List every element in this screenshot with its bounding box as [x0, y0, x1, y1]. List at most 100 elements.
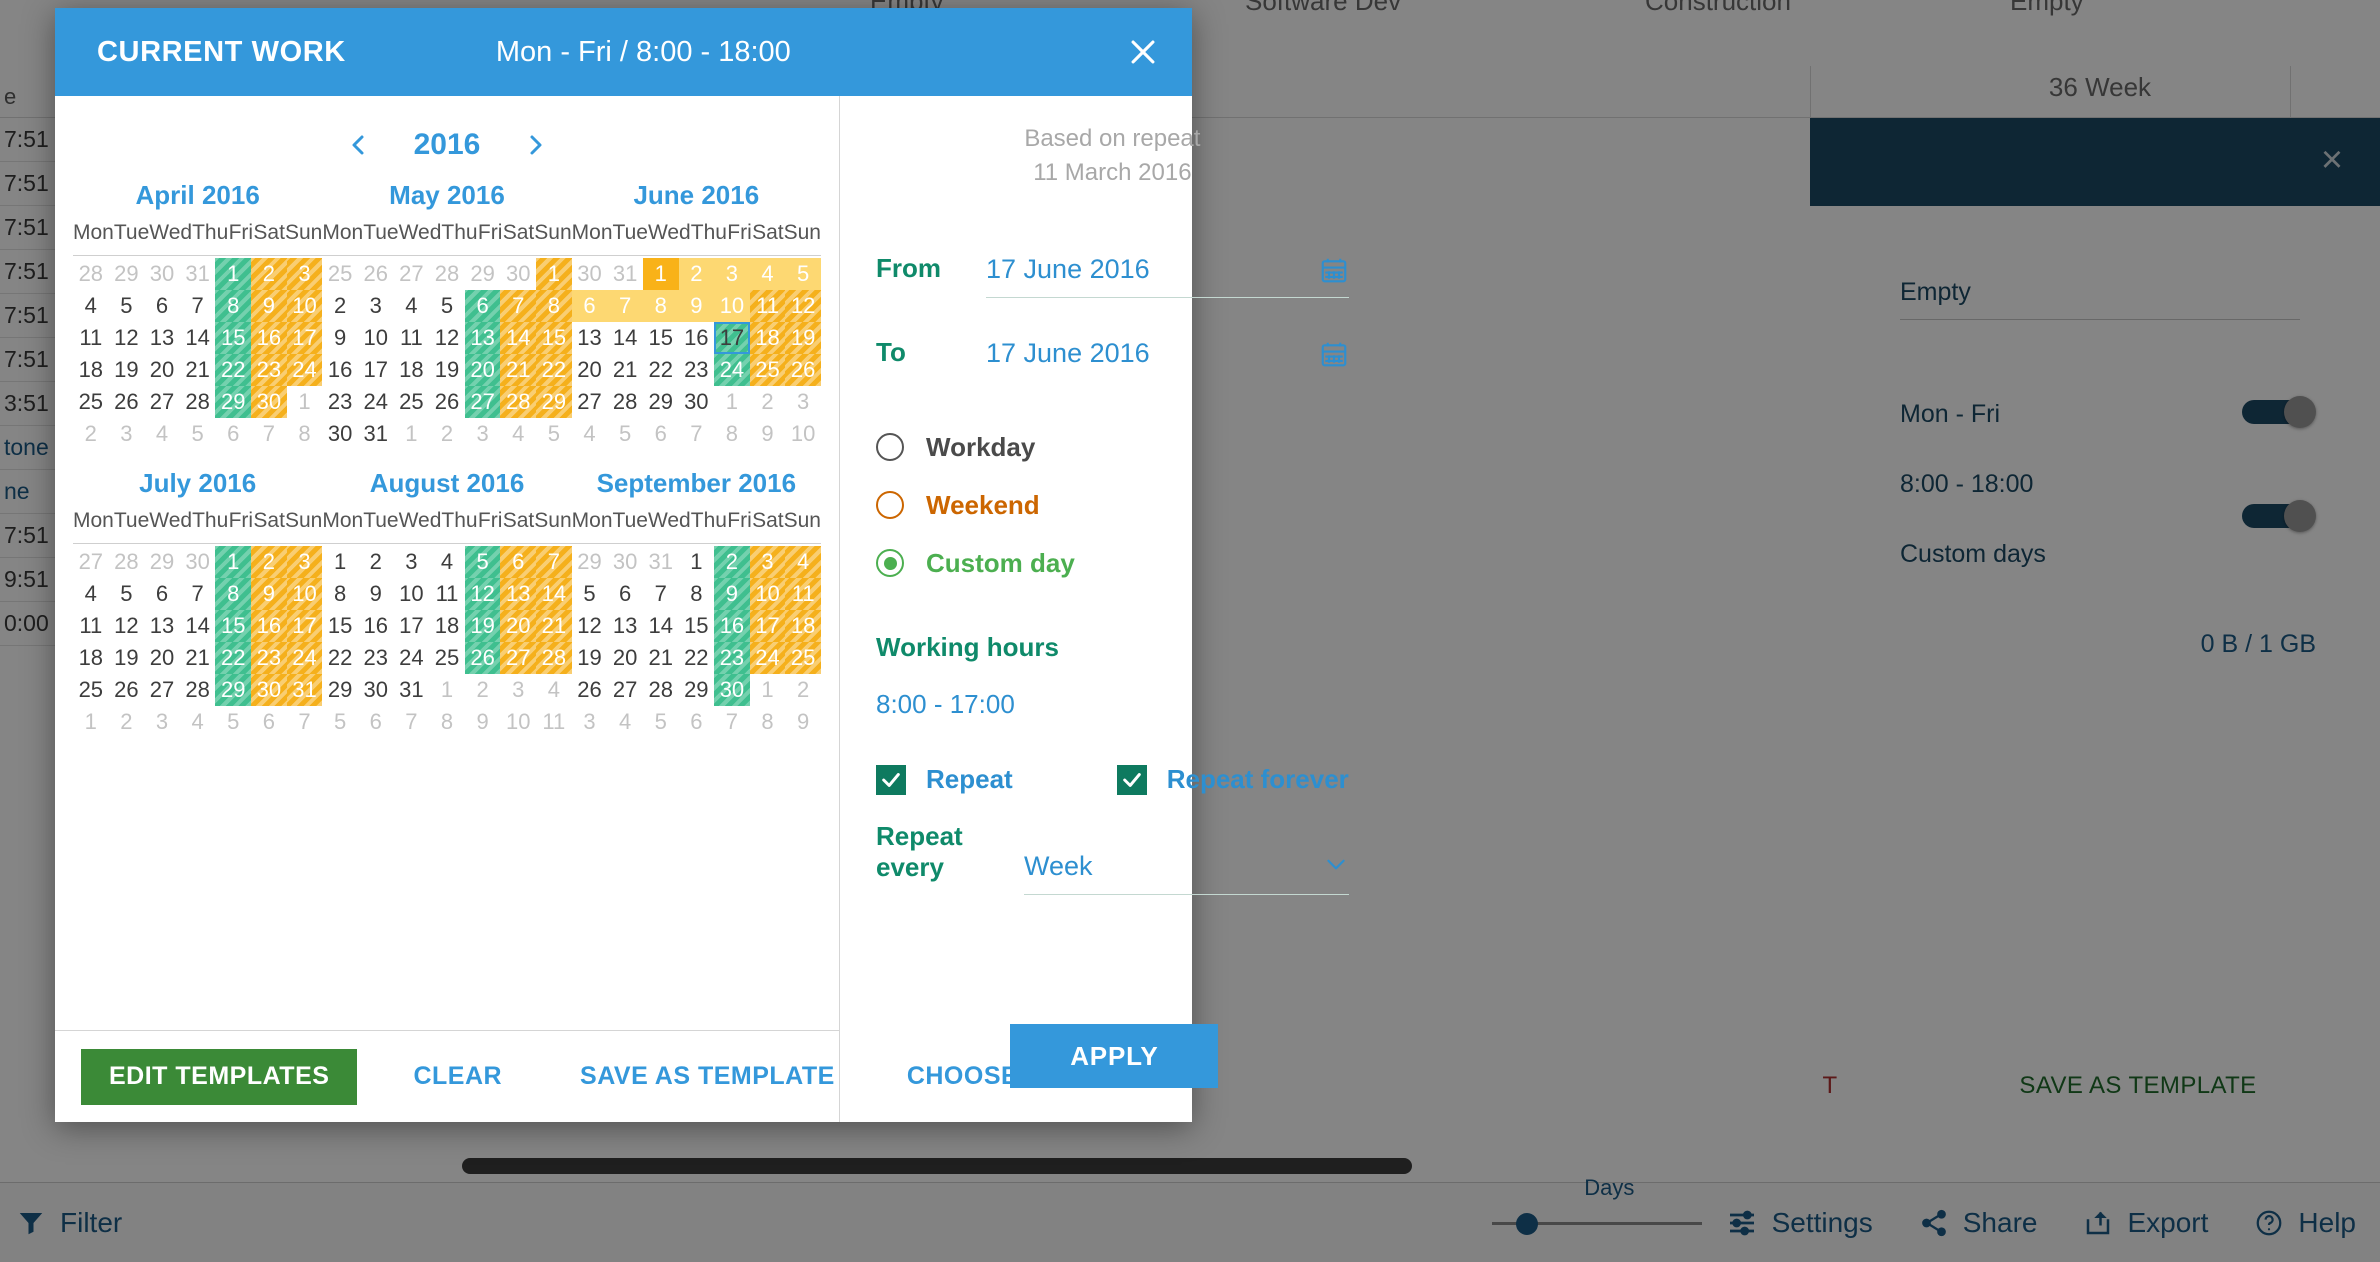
calendar-day[interactable]: 29 — [215, 674, 252, 706]
calendar-day[interactable]: 8 — [215, 578, 252, 610]
calendar-day[interactable]: 5 — [180, 418, 216, 450]
calendar-day[interactable]: 30 — [251, 386, 287, 418]
calendar-day[interactable]: 5 — [464, 546, 501, 578]
calendar-day[interactable]: 11 — [73, 610, 109, 642]
calendar-day[interactable]: 15 — [643, 322, 679, 354]
radio-weekend[interactable]: Weekend — [876, 476, 1349, 534]
calendar-day[interactable]: 3 — [144, 706, 180, 738]
calendar-day[interactable]: 19 — [785, 322, 821, 354]
calendar-day[interactable]: 3 — [286, 546, 323, 578]
calendar-day[interactable]: 13 — [607, 610, 643, 642]
calendar-day[interactable]: 13 — [500, 578, 537, 610]
calendar-day[interactable]: 7 — [251, 418, 287, 450]
calendar-day[interactable]: 30 — [251, 674, 287, 706]
calendar-day[interactable]: 2 — [73, 418, 109, 450]
calendar-day[interactable]: 17 — [714, 322, 750, 354]
calendar-day[interactable]: 31 — [607, 258, 643, 290]
calendar-day[interactable]: 20 — [500, 610, 537, 642]
calendar-day[interactable]: 24 — [394, 642, 430, 674]
calendar-day[interactable]: 5 — [607, 418, 643, 450]
edit-templates-button[interactable]: EDIT TEMPLATES — [81, 1048, 358, 1105]
calendar-day[interactable]: 14 — [180, 610, 216, 642]
calendar-day[interactable]: 17 — [749, 610, 786, 642]
calendar-day[interactable]: 22 — [215, 354, 252, 386]
calendar-day[interactable]: 17 — [358, 354, 394, 386]
calendar-day[interactable]: 31 — [286, 674, 323, 706]
calendar-icon[interactable] — [1319, 339, 1349, 369]
calendar-day[interactable]: 24 — [286, 354, 323, 386]
calendar-day[interactable]: 3 — [109, 418, 145, 450]
calendar-day[interactable]: 16 — [679, 322, 715, 354]
calendar-day[interactable]: 12 — [572, 610, 608, 642]
calendar-day[interactable]: 11 — [394, 322, 430, 354]
calendar-day[interactable]: 25 — [73, 674, 109, 706]
calendar-day[interactable]: 7 — [287, 706, 323, 738]
calendar-day[interactable]: 6 — [251, 706, 287, 738]
calendar-day[interactable]: 23 — [251, 354, 287, 386]
calendar-day[interactable]: 15 — [679, 610, 715, 642]
calendar-day[interactable]: 13 — [144, 322, 180, 354]
calendar-day[interactable]: 6 — [607, 578, 643, 610]
calendar-day[interactable]: 10 — [358, 322, 394, 354]
to-field[interactable]: 17 June 2016 — [986, 338, 1349, 382]
calendar-day[interactable]: 20 — [144, 354, 180, 386]
calendar-day[interactable]: 29 — [465, 258, 501, 290]
calendar-day[interactable]: 21 — [500, 354, 537, 386]
calendar-day[interactable]: 24 — [714, 354, 750, 386]
calendar-day[interactable]: 7 — [643, 578, 679, 610]
calendar-day[interactable]: 3 — [749, 546, 786, 578]
calendar-day[interactable]: 31 — [643, 546, 679, 578]
calendar-day[interactable]: 30 — [180, 546, 216, 578]
calendar-day[interactable]: 3 — [785, 386, 821, 418]
calendar-day[interactable]: 14 — [607, 322, 643, 354]
calendar-day[interactable]: 30 — [572, 258, 608, 290]
calendar-day[interactable]: 4 — [536, 674, 572, 706]
calendar-day[interactable]: 5 — [572, 578, 608, 610]
calendar-day[interactable]: 2 — [785, 674, 821, 706]
calendar-day[interactable]: 16 — [251, 322, 287, 354]
calendar-day[interactable]: 9 — [678, 290, 715, 322]
calendar-day[interactable]: 29 — [215, 386, 252, 418]
calendar-day[interactable]: 1 — [287, 386, 323, 418]
calendar-day[interactable]: 26 — [429, 386, 465, 418]
from-field[interactable]: 17 June 2016 — [986, 254, 1349, 299]
calendar-day[interactable]: 4 — [73, 578, 109, 610]
calendar-day[interactable]: 20 — [464, 354, 501, 386]
calendar-day[interactable]: 20 — [144, 642, 180, 674]
calendar-day[interactable]: 18 — [749, 322, 786, 354]
calendar-day[interactable]: 10 — [500, 706, 536, 738]
calendar-day[interactable]: 2 — [429, 418, 465, 450]
calendar-day[interactable]: 30 — [500, 258, 536, 290]
calendar-day[interactable]: 2 — [678, 258, 715, 290]
calendar-day[interactable]: 12 — [464, 578, 501, 610]
calendar-day[interactable]: 5 — [109, 578, 145, 610]
calendar-day[interactable]: 26 — [358, 258, 394, 290]
calendar-day[interactable]: 8 — [642, 290, 679, 322]
calendar-day[interactable]: 17 — [394, 610, 430, 642]
calendar-day[interactable]: 4 — [607, 706, 643, 738]
calendar-day[interactable]: 6 — [464, 290, 501, 322]
calendar-day[interactable]: 26 — [785, 354, 821, 386]
calendar-day[interactable]: 9 — [785, 706, 821, 738]
calendar-day[interactable]: 7 — [536, 546, 572, 578]
calendar-day[interactable]: 12 — [109, 322, 145, 354]
calendar-day[interactable]: 1 — [322, 546, 358, 578]
calendar-day[interactable]: 9 — [251, 290, 287, 322]
calendar-day[interactable]: 27 — [144, 674, 180, 706]
calendar-day[interactable]: 6 — [500, 546, 537, 578]
calendar-day[interactable]: 14 — [500, 322, 537, 354]
calendar-day[interactable]: 17 — [286, 322, 323, 354]
calendar-day[interactable]: 11 — [73, 322, 109, 354]
calendar-day[interactable]: 4 — [785, 546, 821, 578]
calendar-day[interactable]: 22 — [643, 354, 679, 386]
calendar-day[interactable]: 28 — [429, 258, 465, 290]
calendar-day[interactable]: 25 — [322, 258, 358, 290]
calendar-day[interactable]: 21 — [643, 642, 679, 674]
calendar-day[interactable]: 24 — [749, 642, 786, 674]
calendar-day[interactable]: 2 — [714, 546, 750, 578]
calendar-day[interactable]: 2 — [358, 546, 394, 578]
calendar-day[interactable]: 30 — [322, 418, 358, 450]
calendar-day[interactable]: 7 — [180, 578, 216, 610]
calendar-day[interactable]: 12 — [429, 322, 465, 354]
calendar-day[interactable]: 23 — [251, 642, 287, 674]
